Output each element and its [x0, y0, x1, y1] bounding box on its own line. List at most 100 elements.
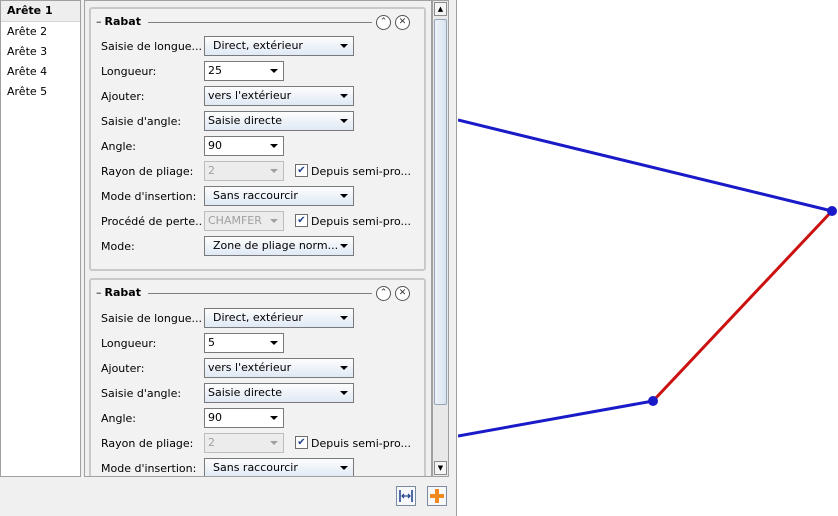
length-combo[interactable]: 25	[204, 61, 284, 81]
row-mode: Mode: Zone de pliage norm...	[91, 236, 424, 258]
property-area: – Rabat ⌃ ✕ Saisie de longue... Direct, e…	[84, 0, 432, 477]
row-insert: Mode d'insertion: Sans raccourcir	[91, 186, 424, 208]
dropdown-arrow-icon	[270, 69, 278, 73]
radius-from-semi-checkbox[interactable]: ✔	[295, 436, 308, 449]
group-divider	[148, 293, 372, 294]
row-radius: Rayon de pliage: 2 ✔ Depuis semi-pro...	[91, 161, 424, 183]
radius-combo: 2	[204, 161, 284, 181]
mode-label: Mode:	[101, 240, 135, 253]
row-loss: Procédé de perte... CHAMFER ✔ Depuis sem…	[91, 211, 424, 233]
length-entry-label: Saisie de longue...	[101, 312, 201, 325]
length-combo[interactable]: 5	[204, 333, 284, 353]
row-length-entry: Saisie de longue... Direct, extérieur	[91, 308, 424, 330]
dropdown-arrow-icon	[270, 341, 278, 345]
radius-check-label: Depuis semi-pro...	[311, 437, 412, 450]
length-entry-label: Saisie de longue...	[101, 40, 201, 53]
distribute-button[interactable]	[396, 486, 416, 506]
row-add: Ajouter: vers l'extérieur	[91, 358, 424, 380]
row-length-entry: Saisie de longue... Direct, extérieur	[91, 36, 424, 58]
chevron-up-icon[interactable]: ⌃	[376, 286, 391, 301]
close-icon[interactable]: ✕	[395, 286, 410, 301]
edge-item-1[interactable]: Arête 1	[1, 1, 80, 22]
angle-combo[interactable]: 90	[204, 136, 284, 156]
dropdown-arrow-icon	[270, 219, 278, 223]
chevron-up-icon[interactable]: ⌃	[376, 15, 391, 30]
length-label: Longueur:	[101, 337, 157, 350]
length-label: Longueur:	[101, 65, 157, 78]
edge-line-bottom[interactable]	[458, 399, 654, 438]
add-label: Ajouter:	[101, 362, 145, 375]
loss-from-semi-checkbox[interactable]: ✔	[295, 214, 308, 227]
model-viewport[interactable]	[458, 0, 838, 516]
dropdown-arrow-icon	[340, 194, 348, 198]
loss-check-label: Depuis semi-pro...	[311, 215, 412, 228]
group-title: – Rabat	[96, 286, 141, 299]
add-select[interactable]: vers l'extérieur	[204, 86, 354, 106]
dropdown-arrow-icon	[340, 366, 348, 370]
angle-entry-select[interactable]: Saisie directe	[204, 383, 354, 403]
dropdown-arrow-icon	[270, 441, 278, 445]
row-radius: Rayon de pliage: 2 ✔ Depuis semi-pro...	[91, 433, 424, 455]
row-insert: Mode d'insertion: Sans raccourcir	[91, 458, 424, 476]
dropdown-arrow-icon	[340, 44, 348, 48]
angle-combo[interactable]: 90	[204, 408, 284, 428]
dropdown-arrow-icon	[270, 144, 278, 148]
scroll-thumb[interactable]	[434, 19, 447, 405]
dropdown-arrow-icon	[270, 416, 278, 420]
scroll-up-button[interactable]: ▲	[434, 2, 447, 16]
angle-entry-label: Saisie d'angle:	[101, 387, 182, 400]
row-angle: Angle: 90	[91, 136, 424, 158]
radius-label: Rayon de pliage:	[101, 437, 194, 450]
dropdown-arrow-icon	[340, 391, 348, 395]
radius-check-label: Depuis semi-pro...	[311, 165, 412, 178]
add-flange-button[interactable]	[427, 486, 447, 506]
angle-label: Angle:	[101, 140, 137, 153]
add-icon	[430, 489, 444, 503]
dropdown-arrow-icon	[340, 244, 348, 248]
row-length: Longueur: 25	[91, 61, 424, 83]
scroll-down-button[interactable]: ▼	[434, 461, 447, 475]
row-angle-entry: Saisie d'angle: Saisie directe	[91, 383, 424, 405]
radius-combo: 2	[204, 433, 284, 453]
edge-item-4[interactable]: Arête 4	[1, 62, 80, 82]
row-angle: Angle: 90	[91, 408, 424, 430]
insert-label: Mode d'insertion:	[101, 190, 197, 203]
length-entry-select[interactable]: Direct, extérieur	[204, 36, 354, 56]
angle-entry-select[interactable]: Saisie directe	[204, 111, 354, 131]
dropdown-arrow-icon	[340, 94, 348, 98]
group-divider	[148, 22, 372, 23]
group-title: – Rabat	[96, 15, 141, 28]
flange-panel: Arête 1 Arête 2 Arête 3 Arête 4 Arête 5 …	[0, 0, 457, 516]
loss-label: Procédé de perte...	[101, 215, 201, 228]
angle-label: Angle:	[101, 412, 137, 425]
close-icon[interactable]: ✕	[395, 15, 410, 30]
edge-list[interactable]: Arête 1 Arête 2 Arête 3 Arête 4 Arête 5	[0, 0, 81, 477]
distribute-icon	[399, 490, 413, 502]
edge-item-5[interactable]: Arête 5	[1, 82, 80, 102]
row-length: Longueur: 5	[91, 333, 424, 355]
vertex-point[interactable]	[827, 206, 837, 216]
dropdown-arrow-icon	[340, 119, 348, 123]
angle-entry-label: Saisie d'angle:	[101, 115, 182, 128]
mode-select[interactable]: Zone de pliage norm...	[204, 236, 354, 256]
loss-combo: CHAMFER	[204, 211, 284, 231]
radius-from-semi-checkbox[interactable]: ✔	[295, 164, 308, 177]
flange-group-1: – Rabat ⌃ ✕ Saisie de longue... Direct, e…	[89, 7, 426, 271]
insert-select[interactable]: Sans raccourcir	[204, 186, 354, 206]
dropdown-arrow-icon	[340, 316, 348, 320]
add-label: Ajouter:	[101, 90, 145, 103]
edge-line-selected[interactable]	[651, 209, 834, 403]
edge-item-3[interactable]: Arête 3	[1, 42, 80, 62]
vertical-scrollbar[interactable]: ▲ ▼	[432, 0, 449, 477]
length-entry-select[interactable]: Direct, extérieur	[204, 308, 354, 328]
insert-select[interactable]: Sans raccourcir	[204, 458, 354, 476]
dropdown-arrow-icon	[340, 466, 348, 470]
row-add: Ajouter: vers l'extérieur	[91, 86, 424, 108]
row-angle-entry: Saisie d'angle: Saisie directe	[91, 111, 424, 133]
edge-line-top[interactable]	[458, 118, 833, 213]
edge-item-2[interactable]: Arête 2	[1, 22, 80, 42]
vertex-point[interactable]	[648, 396, 658, 406]
radius-label: Rayon de pliage:	[101, 165, 194, 178]
add-select[interactable]: vers l'extérieur	[204, 358, 354, 378]
dropdown-arrow-icon	[270, 169, 278, 173]
